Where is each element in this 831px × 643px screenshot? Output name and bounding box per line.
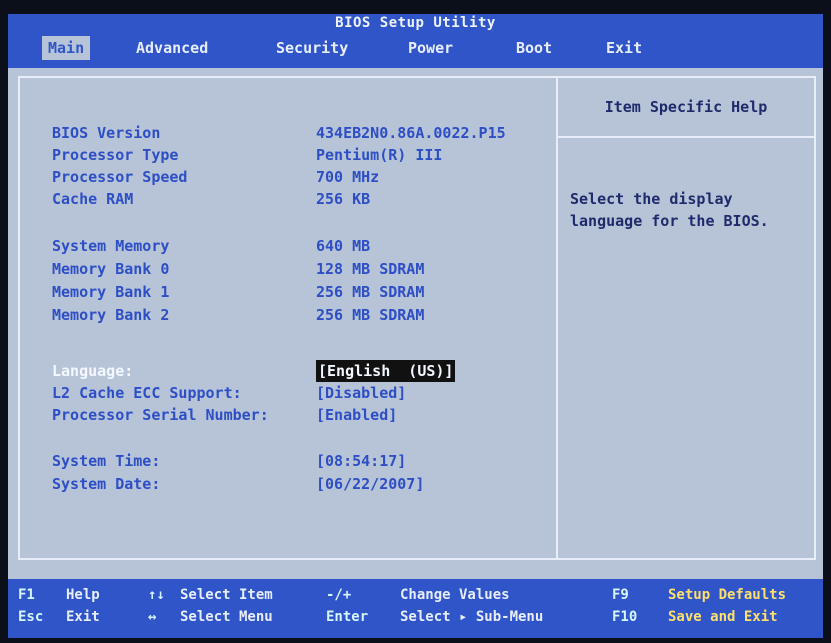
processor-type-label: Processor Type [52,146,179,164]
bios-version-label: BIOS Version [52,124,161,142]
bios-screen: BIOS Setup Utility Main Advanced Securit… [8,14,823,638]
tab-power[interactable]: Power [402,36,459,60]
system-time-value[interactable]: [08:54:17] [316,450,406,472]
language-label: Language: [52,362,134,380]
cache-ram-row: Cache RAM 256 KB [52,188,370,210]
tab-advanced[interactable]: Advanced [130,36,214,60]
settings-panel: BIOS Version 434EB2N0.86A.0022.P15 Proce… [18,76,556,560]
memory-bank-2-row: Memory Bank 2 256 MB SDRAM [52,304,424,326]
cache-ram-value: 256 KB [316,190,371,208]
language-value[interactable]: [English (US)] [316,360,456,382]
key-f9-action: Setup Defaults [668,587,787,603]
memory-bank-0-value: 128 MB SDRAM [316,260,425,278]
key-f10-action: Save and Exit [668,609,778,625]
key-f10: F10 [612,609,638,625]
tab-boot[interactable]: Boot [510,36,558,60]
key-esc-action: Exit [66,609,100,625]
processor-serial-value[interactable]: [Enabled] [316,404,397,426]
tab-security[interactable]: Security [270,36,354,60]
main-panel: BIOS Version 434EB2N0.86A.0022.P15 Proce… [12,68,820,568]
system-date-value[interactable]: [06/22/2007] [316,473,424,495]
cache-ram-label: Cache RAM [52,190,134,208]
memory-bank-0-label: Memory Bank 0 [52,260,170,278]
processor-serial-label: Processor Serial Number: [52,406,269,424]
system-time-label: System Time: [52,452,161,470]
memory-bank-1-row: Memory Bank 1 256 MB SDRAM [52,281,424,303]
key-minus-plus: -/+ [326,587,352,603]
memory-bank-2-value: 256 MB SDRAM [316,306,425,324]
processor-speed-row: Processor Speed 700 MHz [52,166,379,188]
bios-version-value: 434EB2N0.86A.0022.P15 [316,124,506,142]
system-memory-row: System Memory 640 MB [52,235,370,257]
processor-speed-value: 700 MHz [316,168,380,186]
key-f1-action: Help [66,587,100,603]
memory-bank-1-label: Memory Bank 1 [52,283,170,301]
system-date-row[interactable]: System Date: [06/22/2007] [52,473,424,495]
processor-speed-label: Processor Speed [52,168,188,186]
language-row[interactable]: Language: [English (US)] [52,360,456,382]
system-memory-label: System Memory [52,237,170,255]
memory-bank-2-label: Memory Bank 2 [52,306,170,324]
key-arrows-leftright: ↔ [148,609,157,625]
tab-exit[interactable]: Exit [600,36,648,60]
help-panel: Item Specific Help Select the display la… [556,76,816,560]
system-date-label: System Date: [52,475,161,493]
help-text: Select the display language for the BIOS… [570,190,769,230]
memory-bank-0-row: Memory Bank 0 128 MB SDRAM [52,258,424,280]
key-esc: Esc [18,609,44,625]
l2-cache-ecc-row[interactable]: L2 Cache ECC Support: [Disabled] [52,382,406,404]
key-legend-bar: F1 Help Esc Exit ↑↓ Select Item ↔ Select… [8,579,823,638]
menu-tabs: Main Advanced Security Power Boot Exit [8,32,823,68]
processor-serial-row[interactable]: Processor Serial Number: [Enabled] [52,404,397,426]
processor-type-row: Processor Type Pentium(R) III [52,144,442,166]
l2-cache-ecc-label: L2 Cache ECC Support: [52,384,242,402]
l2-cache-ecc-value[interactable]: [Disabled] [316,382,406,404]
processor-type-value: Pentium(R) III [316,146,443,164]
key-f9: F9 [612,587,629,603]
key-select-menu-action: Select Menu [180,609,273,625]
key-enter: Enter [326,609,369,625]
system-memory-value: 640 MB [316,237,371,255]
key-select-item-action: Select Item [180,587,273,603]
bios-version-row: BIOS Version 434EB2N0.86A.0022.P15 [52,122,506,144]
key-change-values-action: Change Values [400,587,510,603]
key-enter-action: Select ▸ Sub-Menu [400,609,544,625]
key-arrows-updown: ↑↓ [148,587,165,603]
key-f1: F1 [18,587,35,603]
memory-bank-1-value: 256 MB SDRAM [316,283,425,301]
system-time-row[interactable]: System Time: [08:54:17] [52,450,406,472]
help-title: Item Specific Help [558,78,814,138]
bios-title: BIOS Setup Utility [8,14,823,32]
tab-main[interactable]: Main [42,36,91,60]
